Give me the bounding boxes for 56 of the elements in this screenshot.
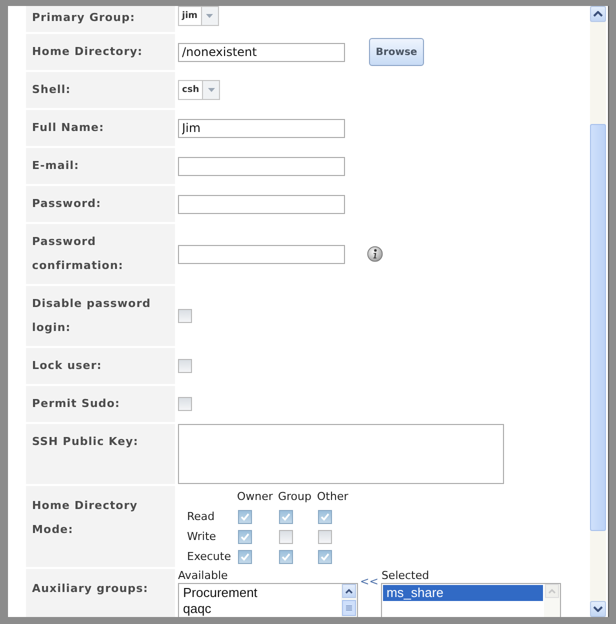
input-field[interactable] [178, 244, 345, 264]
scrollbar-thumb[interactable] [342, 600, 356, 616]
caret-icon [202, 81, 220, 99]
checkbox[interactable] [178, 309, 192, 323]
scrollbar[interactable] [590, 6, 606, 617]
column-header: Other [317, 489, 350, 505]
list-item[interactable]: ms_share [383, 585, 544, 601]
checkbox[interactable] [238, 550, 252, 564]
row-label: Execute [187, 549, 232, 565]
checkbox[interactable] [318, 510, 332, 524]
scroll-up-icon[interactable] [590, 6, 606, 22]
checkbox[interactable] [178, 397, 192, 411]
input-field[interactable]: /nonexistent [178, 42, 345, 62]
field-label: Primary Group: [26, 6, 175, 32]
list-item[interactable]: Procurement [180, 585, 340, 601]
scroll-up-icon[interactable] [342, 584, 356, 598]
checkbox[interactable] [279, 510, 293, 524]
column-header: Owner [237, 489, 274, 505]
field-label: Home Directory: [26, 34, 175, 70]
checkbox[interactable] [279, 550, 293, 564]
checkbox[interactable] [238, 530, 252, 544]
row-label: Read [187, 509, 216, 525]
input-field[interactable] [178, 156, 345, 176]
checkbox[interactable] [318, 550, 332, 564]
list-box[interactable]: ms_share [381, 583, 562, 617]
field-label: Password confirmation: [26, 224, 175, 284]
field-label: Shell: [26, 72, 175, 108]
checkbox[interactable] [178, 359, 192, 373]
field-label: Full Name: [26, 110, 175, 146]
checkbox[interactable] [318, 530, 332, 544]
checkbox[interactable] [238, 510, 252, 524]
info-icon[interactable] [367, 246, 383, 262]
row-label: Write [187, 529, 218, 545]
field-label: SSH Public Key: [26, 424, 175, 484]
input-field[interactable] [178, 194, 345, 214]
field-label: Auxiliary groups: [26, 569, 175, 617]
move-left-link[interactable]: << [358, 569, 382, 588]
field-label: Permit Sudo: [26, 386, 175, 422]
list-label: Selected [381, 569, 430, 583]
field-label: E-mail: [26, 148, 175, 184]
dropdown[interactable]: csh [178, 80, 220, 100]
scrollbar-thumb[interactable] [590, 124, 606, 531]
column-header: Group [278, 489, 312, 505]
field-label: Password: [26, 186, 175, 222]
dropdown[interactable]: jim [178, 6, 219, 26]
field-label: Home Directory Mode: [26, 486, 175, 567]
field-label: Disable password login: [26, 286, 175, 346]
list-label: Available [178, 569, 229, 583]
scroll-down-icon[interactable] [590, 601, 606, 617]
list-box[interactable]: Procurement qaqc [178, 583, 358, 617]
text-area[interactable] [178, 424, 504, 484]
field-label: Lock user: [26, 348, 175, 384]
checkbox[interactable] [279, 530, 293, 544]
caret-icon [200, 7, 218, 25]
list-item[interactable]: qaqc [180, 601, 340, 617]
browse-button[interactable]: Browse [369, 38, 424, 66]
